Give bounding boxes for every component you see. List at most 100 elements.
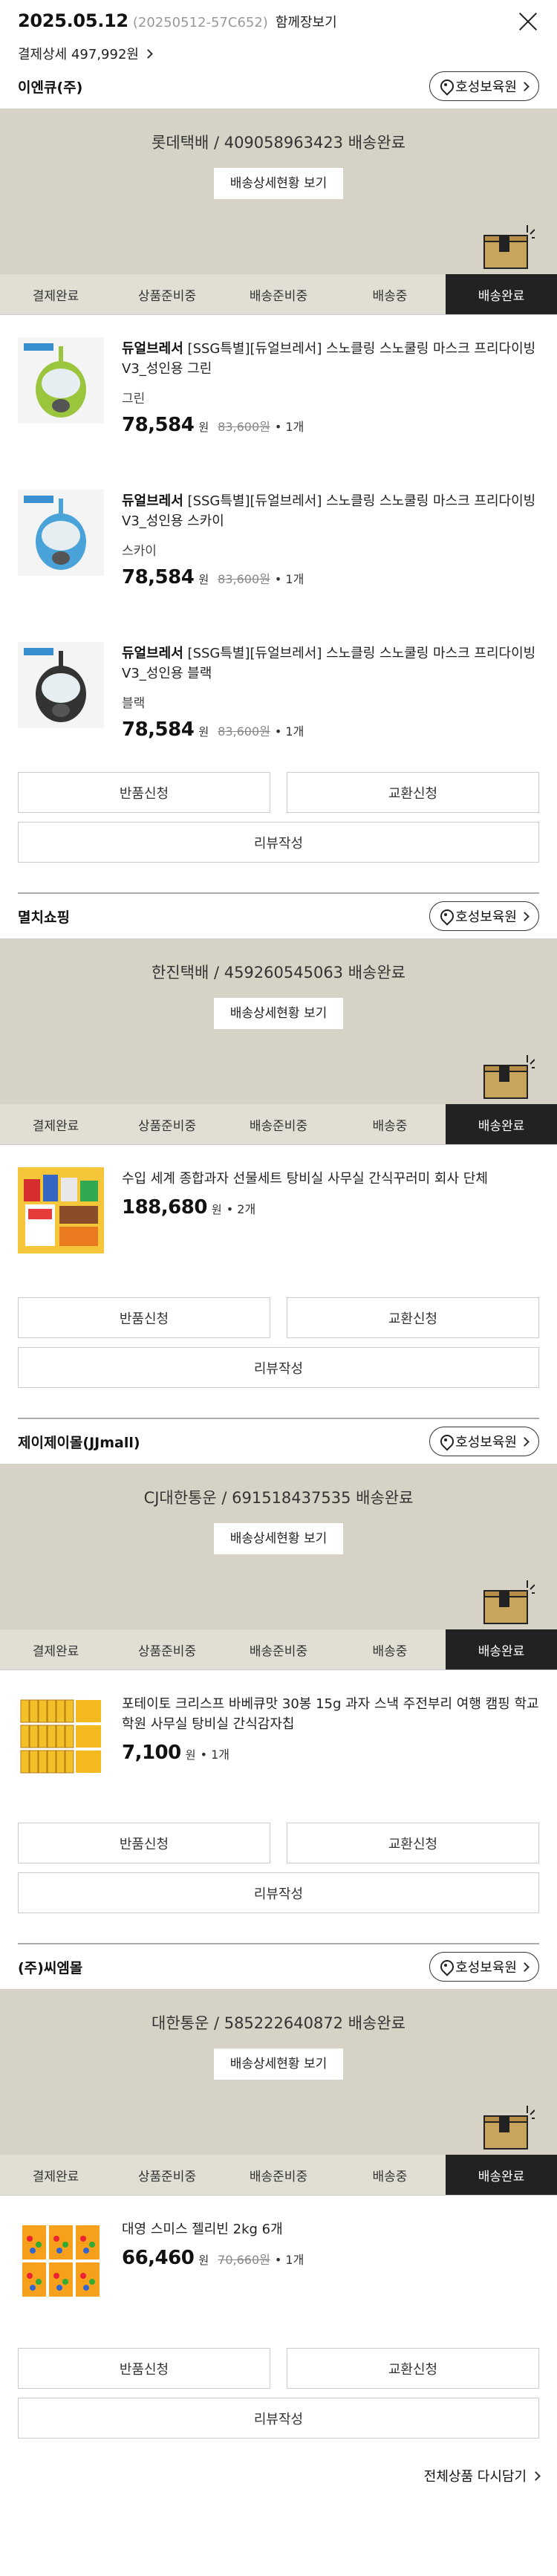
quantity: • 1개 xyxy=(274,2253,304,2267)
progress-step: 상품준비중 xyxy=(137,1644,197,1659)
quantity: • 1개 xyxy=(274,724,304,739)
product-image[interactable] xyxy=(18,1693,104,1779)
exchange-request-button[interactable]: 교환신청 xyxy=(287,1823,539,1863)
order-item[interactable]: 대영 스미스 젤리빈 2kg 6개 66,460 원 70,660원 • 1개 xyxy=(18,2196,539,2348)
progress-step: 결제완료 xyxy=(32,1118,79,1134)
product-image[interactable] xyxy=(18,642,104,728)
product-image[interactable] xyxy=(18,490,104,576)
delivery-progress: 결제완료 상품준비중 배송준비중 배송중 배송완료 xyxy=(0,1629,557,1670)
currency-unit: 원 xyxy=(198,725,209,739)
progress-step: 배송중 xyxy=(372,1118,408,1134)
shipping-detail-button[interactable]: 배송상세현황 보기 xyxy=(214,2048,343,2080)
payment-detail-link[interactable]: 결제상세 497,992원 xyxy=(0,43,557,64)
currency-unit: 원 xyxy=(198,2254,209,2267)
store-button[interactable]: 호성보육원 xyxy=(429,1427,539,1456)
write-review-button[interactable]: 리뷰작성 xyxy=(18,1872,539,1913)
shipping-detail-button[interactable]: 배송상세현황 보기 xyxy=(214,1523,343,1554)
product-name: [SSG특별][듀얼브레서] 스노클링 스노쿨링 마스크 프리다이빙V3_성인용… xyxy=(122,493,536,529)
return-request-button[interactable]: 반품신청 xyxy=(18,2348,270,2389)
quantity: • 2개 xyxy=(226,1202,256,1216)
seller-name: 이엔큐(주) xyxy=(18,79,83,96)
chevron-right-icon xyxy=(531,2470,541,2481)
payment-detail-text: 결제상세 497,992원 xyxy=(18,47,139,62)
delivery-box-icon xyxy=(483,1055,535,1100)
product-price: 78,584 xyxy=(122,414,195,436)
exchange-request-button[interactable]: 교환신청 xyxy=(287,772,539,813)
return-request-button[interactable]: 반품신청 xyxy=(18,772,270,813)
progress-step: 배송준비중 xyxy=(249,1118,308,1134)
product-title[interactable]: 듀얼브레서 [SSG특별][듀얼브레서] 스노클링 스노쿨링 마스크 프리다이빙… xyxy=(122,339,539,379)
progress-step: 상품준비중 xyxy=(137,2169,197,2184)
action-row: 반품신청 교환신청 xyxy=(0,2348,557,2389)
action-row: 반품신청 교환신청 xyxy=(0,1297,557,1338)
progress-step: 결제완료 xyxy=(32,288,79,304)
seller-section: (주)씨엠몰 호성보육원 대한통운 / 585222640872 배송완료 배송상세현… xyxy=(0,1944,557,2453)
store-button[interactable]: 호성보육원 xyxy=(429,901,539,931)
progress-step: 배송준비중 xyxy=(249,1644,308,1659)
location-pin-icon xyxy=(440,1435,451,1448)
original-price: 83,600원 xyxy=(218,724,270,739)
seller-name: 멸치쇼핑 xyxy=(18,909,70,926)
write-review-button[interactable]: 리뷰작성 xyxy=(18,822,539,863)
write-review-button[interactable]: 리뷰작성 xyxy=(18,2398,539,2439)
order-item[interactable]: 듀얼브레서 [SSG특별][듀얼브레서] 스노클링 스노쿨링 마스크 프리다이빙… xyxy=(18,467,539,620)
price-row: 78,584 원 83,600원 • 1개 xyxy=(122,414,539,436)
currency-unit: 원 xyxy=(211,1203,222,1216)
seller-section: 이엔큐(주) 호성보육원 롯데택배 / 409058963423 배송완료 배송상세현… xyxy=(0,64,557,894)
store-button[interactable]: 호성보육원 xyxy=(429,71,539,101)
buy-again-link[interactable]: 전체상품 다시담기 xyxy=(0,2453,557,2498)
store-button[interactable]: 호성보육원 xyxy=(429,1952,539,1982)
shipping-status-box: 한진택배 / 459260545063 배송완료 배송상세현황 보기 xyxy=(0,938,557,1104)
chevron-right-icon xyxy=(520,911,530,921)
product-name: 수입 세계 종합과자 선물세트 탕비실 사무실 간식꾸러미 회사 단체 xyxy=(122,1171,488,1187)
order-item[interactable]: 듀얼브레서 [SSG특별][듀얼브레서] 스노클링 스노쿨링 마스크 프리다이빙… xyxy=(18,315,539,467)
write-review-button[interactable]: 리뷰작성 xyxy=(18,1347,539,1388)
delivery-progress: 결제완료 상품준비중 배송준비중 배송중 배송완료 xyxy=(0,1104,557,1145)
seller-section: 제이제이몰(JJmall) 호성보육원 CJ대한통운 / 691518437535 … xyxy=(0,1419,557,1944)
shipping-detail-button[interactable]: 배송상세현황 보기 xyxy=(214,168,343,199)
product-image[interactable] xyxy=(18,337,104,424)
product-image[interactable] xyxy=(18,2218,104,2304)
shipping-detail-button[interactable]: 배송상세현황 보기 xyxy=(214,998,343,1029)
price-row: 78,584 원 83,600원 • 1개 xyxy=(122,566,539,588)
price-row: 78,584 원 83,600원 • 1개 xyxy=(122,718,539,741)
progress-step: 결제완료 xyxy=(32,2169,79,2184)
product-title[interactable]: 듀얼브레서 [SSG특별][듀얼브레서] 스노클링 스노쿨링 마스크 프리다이빙… xyxy=(122,643,539,684)
return-request-button[interactable]: 반품신청 xyxy=(18,1297,270,1338)
progress-step: 배송준비중 xyxy=(249,288,308,304)
close-icon[interactable] xyxy=(517,10,539,33)
progress-step: 배송중 xyxy=(372,2169,408,2184)
progress-step: 배송준비중 xyxy=(249,2169,308,2184)
product-title[interactable]: 대영 스미스 젤리빈 2kg 6개 xyxy=(122,2219,539,2239)
exchange-request-button[interactable]: 교환신청 xyxy=(287,2348,539,2389)
action-row: 반품신청 교환신청 xyxy=(0,772,557,813)
product-title[interactable]: 포테이토 크리스프 바베큐맛 30봉 15g 과자 스낵 주전부리 여행 캠핑 … xyxy=(122,1694,539,1734)
product-title[interactable]: 듀얼브레서 [SSG특별][듀얼브레서] 스노클링 스노쿨링 마스크 프리다이빙… xyxy=(122,491,539,531)
chevron-right-icon xyxy=(520,81,530,91)
delivery-progress: 결제완료 상품준비중 배송준비중 배송중 배송완료 xyxy=(0,274,557,315)
product-image[interactable] xyxy=(18,1167,104,1253)
quantity: • 1개 xyxy=(274,420,304,434)
chevron-right-icon xyxy=(520,1436,530,1447)
return-request-button[interactable]: 반품신청 xyxy=(18,1823,270,1863)
progress-step: 배송완료 xyxy=(446,1629,557,1670)
chevron-right-icon xyxy=(520,1962,530,1972)
order-number: (20250512-57C652) xyxy=(132,15,268,30)
order-item[interactable]: 수입 세계 종합과자 선물세트 탕비실 사무실 간식꾸러미 회사 단체 188,6… xyxy=(18,1145,539,1297)
progress-step: 배송중 xyxy=(372,288,408,304)
order-item[interactable]: 포테이토 크리스프 바베큐맛 30봉 15g 과자 스낵 주전부리 여행 캠핑 … xyxy=(18,1670,539,1823)
product-price: 78,584 xyxy=(122,718,195,741)
original-price: 70,660원 xyxy=(218,2253,270,2267)
order-item[interactable]: 듀얼브레서 [SSG특별][듀얼브레서] 스노클링 스노쿨링 마스크 프리다이빙… xyxy=(18,620,539,772)
product-price: 78,584 xyxy=(122,566,195,588)
product-name: [SSG특별][듀얼브레서] 스노클링 스노쿨링 마스크 프리다이빙V3_성인용… xyxy=(122,646,536,681)
product-title[interactable]: 수입 세계 종합과자 선물세트 탕비실 사무실 간식꾸러미 회사 단체 xyxy=(122,1169,539,1189)
buy-again-label: 전체상품 다시담기 xyxy=(423,2469,527,2485)
price-row: 7,100 원 • 1개 xyxy=(122,1742,539,1764)
product-name: [SSG특별][듀얼브레서] 스노클링 스노쿨링 마스크 프리다이빙V3_성인용… xyxy=(122,341,536,377)
tracking-info: 대한통운 / 585222640872 배송완료 xyxy=(152,2014,405,2032)
delivery-box-icon xyxy=(483,2106,535,2150)
seller-header: 멸치쇼핑 호성보육원 xyxy=(0,894,557,938)
seller-name: 제이제이몰(JJmall) xyxy=(18,1434,140,1451)
exchange-request-button[interactable]: 교환신청 xyxy=(287,1297,539,1338)
